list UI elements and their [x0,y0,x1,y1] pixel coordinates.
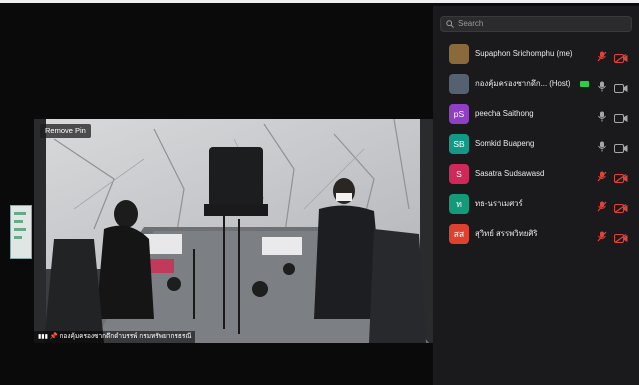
participants-panel: Search Supaphon Srichomphu (me) กองคุ้มคร… [433,6,639,385]
meeting-room-video-frame [34,119,433,343]
mic-muted-icon [597,229,607,242]
mic-muted-icon [597,199,607,212]
video-off-icon [614,200,628,213]
video-off-icon [614,170,628,183]
avatar: pS [449,104,469,124]
avatar: ท [449,194,469,214]
avatar: SB [449,134,469,154]
mic-muted-icon [597,49,607,62]
participant-row[interactable]: กองคุ้มครองซากดึก... (Host) [433,70,639,98]
participant-name: Somkid Buapeng [475,139,535,148]
pin-icon: 📌 [49,333,60,340]
self-view-thumbnail[interactable] [10,205,32,259]
participant-name: ทธ-นราเมศวร์ [475,199,523,208]
participant-row[interactable]: pS peecha Saithong [433,100,639,128]
participant-name: กองคุ้มครองซากดึก... (Host) [475,79,571,88]
pinned-video[interactable] [34,119,433,343]
search-icon [446,20,454,28]
mic-icon [597,109,607,122]
search-placeholder: Search [458,19,484,28]
participant-row[interactable]: สส สุวิทย์ สรรพวิทยศิริ [433,220,639,248]
mic-icon [597,79,607,92]
participant-row[interactable]: SB Somkid Buapeng [433,130,639,158]
mic-icon [597,139,607,152]
video-off-icon [614,230,628,243]
avatar [449,74,469,94]
participant-name: peecha Saithong [475,109,534,118]
video-icon [614,80,628,93]
speaker-name-label: ▮▮▮ 📌 กองคุ้มครองซากดึกดำบรรพ์ กรมทรัพยา… [34,331,196,343]
mic-muted-icon [597,169,607,182]
participant-row[interactable]: S Sasatra Sudsawasd [433,160,639,188]
participant-name: Supaphon Srichomphu (me) [475,49,573,58]
remove-pin-button[interactable]: Remove Pin [40,124,91,138]
participant-row[interactable]: ท ทธ-นราเมศวร์ [433,190,639,218]
screen-share-indicator-icon [580,81,589,87]
video-off-icon [614,50,628,63]
avatar: สส [449,224,469,244]
avatar [449,44,469,64]
participant-name: สุวิทย์ สรรพวิทยศิริ [475,229,538,238]
participant-row[interactable]: Supaphon Srichomphu (me) [433,40,639,68]
video-icon [614,110,628,123]
participant-name: Sasatra Sudsawasd [475,169,545,178]
video-icon [614,140,628,153]
search-input[interactable]: Search [440,16,632,32]
signal-icon: ▮▮▮ [38,334,50,340]
speaker-name-text: กองคุ้มครองซากดึกดำบรรพ์ กรมทรัพยากรธรณี [59,333,192,340]
zoom-meeting-window: Remove Pin ▮▮▮ 📌 กองคุ้มครองซากดึกดำบรรพ… [0,0,639,385]
avatar: S [449,164,469,184]
